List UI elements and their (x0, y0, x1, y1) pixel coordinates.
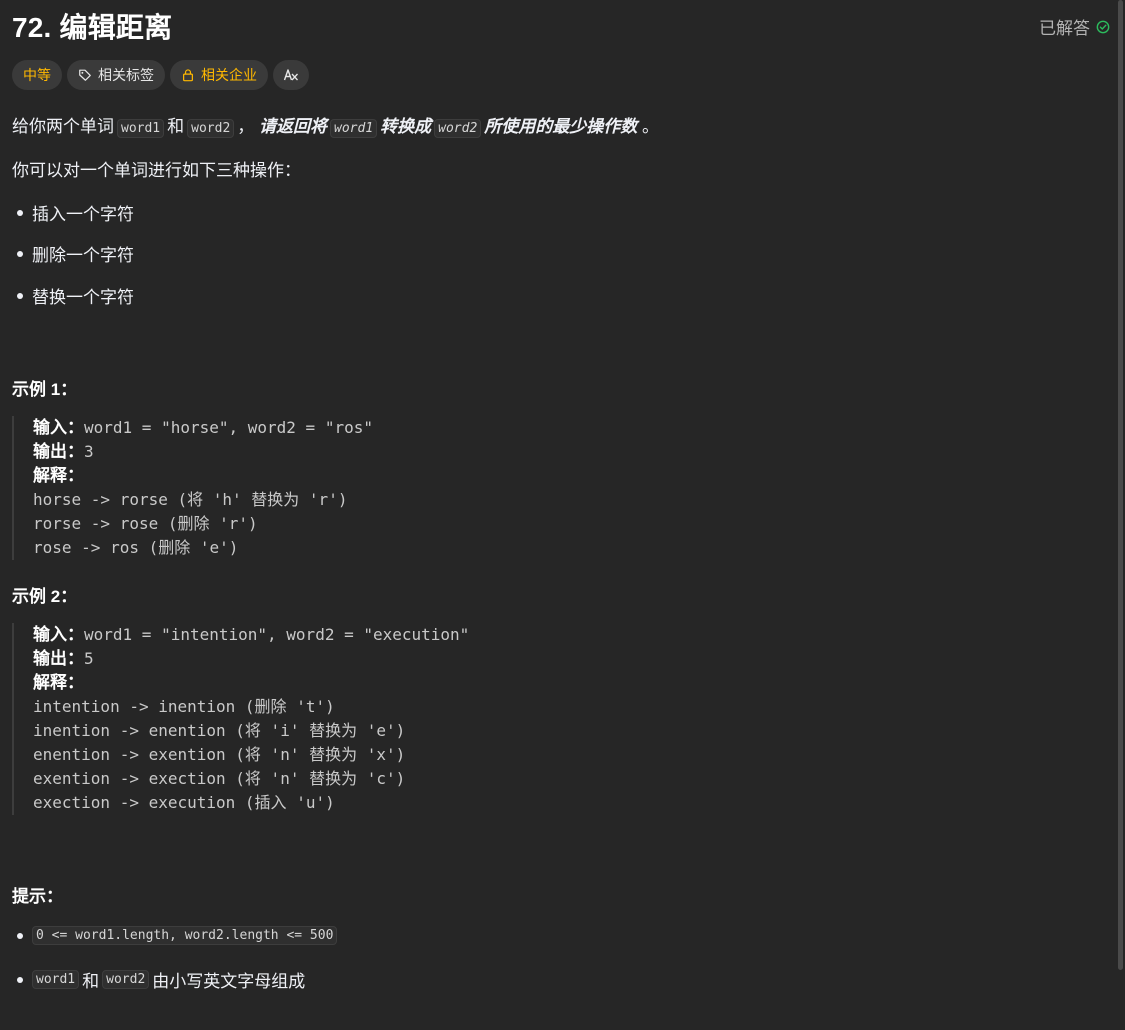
check-circle-icon (1096, 20, 1110, 33)
constraint-item: word1 和 word2 由小写英文字母组成 (12, 967, 305, 992)
related-tags-label: 相关标签 (98, 67, 154, 83)
solved-status: 已解答 (1039, 14, 1110, 39)
inline-code: word1 (330, 119, 378, 138)
bullet-dot (17, 209, 23, 216)
related-companies-label: 相关企业 (201, 67, 257, 83)
problem-statement: 给你两个单词 word1 和 word2， 请返回将 word1 转换成 word2 所使用的… (12, 117, 660, 138)
operations-intro: 你可以对一个单词进行如下三种操作： (12, 161, 301, 180)
inline-code: word1 (32, 970, 80, 989)
example-step: enention -> exention (将 'n' 替换为 'x') (33, 745, 406, 764)
problem-title[interactable]: 72. 编辑距离 (12, 6, 172, 46)
example-1-heading: 示例 1： (12, 380, 78, 399)
solved-label: 已解答 (1039, 19, 1090, 38)
example-step: inention -> enention (将 'i' 替换为 'e') (33, 721, 406, 740)
problem-description-panel: 72. 编辑距离 已解答 中等 相关标签 相关企业 给你两个单词 word1 和… (0, 0, 1125, 1030)
inline-code: word1 (117, 119, 165, 138)
example-step: exention -> exection (将 'n' 替换为 'c') (33, 769, 406, 788)
bullet-dot (17, 250, 23, 257)
related-tags-button[interactable]: 相关标签 (67, 60, 165, 90)
bullet-dot (17, 976, 23, 983)
tag-bar: 中等 相关标签 相关企业 (12, 60, 309, 90)
bullet-dot (17, 292, 23, 299)
scrollbar[interactable] (1118, 0, 1123, 970)
list-item: 替换一个字符 (12, 283, 134, 308)
list-item: 插入一个字符 (12, 200, 134, 225)
example-step: horse -> rorse (将 'h' 替换为 'r') (33, 490, 348, 509)
inline-code: word2 (102, 970, 150, 989)
example-step: rose -> ros (删除 'e') (33, 538, 239, 557)
constraint-item: 0 <= word1.length, word2.length <= 500 (12, 926, 340, 945)
hints-heading: 提示： (12, 887, 63, 906)
translate-button[interactable] (273, 60, 309, 90)
difficulty-badge: 中等 (12, 60, 62, 90)
tag-icon (79, 69, 91, 81)
inline-code: 0 <= word1.length, word2.length <= 500 (32, 926, 338, 945)
example-2-block: 输入：word1 = "intention", word2 = "executi… (12, 623, 469, 815)
example-1-block: 输入：word1 = "horse", word2 = "ros" 输出：3 解… (12, 416, 373, 560)
example-2-heading: 示例 2： (12, 587, 78, 606)
related-companies-button[interactable]: 相关企业 (170, 60, 268, 90)
example-step: rorse -> rose (删除 'r') (33, 514, 258, 533)
example-step: intention -> inention (删除 't') (33, 697, 335, 716)
lock-icon (183, 69, 193, 82)
inline-code: word2 (434, 119, 482, 138)
example-step: exection -> execution (插入 'u') (33, 793, 335, 812)
bullet-dot (17, 932, 23, 939)
list-item: 删除一个字符 (12, 241, 134, 266)
translate-icon (283, 69, 298, 81)
title-row: 72. 编辑距离 已解答 (12, 6, 1110, 43)
inline-code: word2 (187, 119, 235, 138)
